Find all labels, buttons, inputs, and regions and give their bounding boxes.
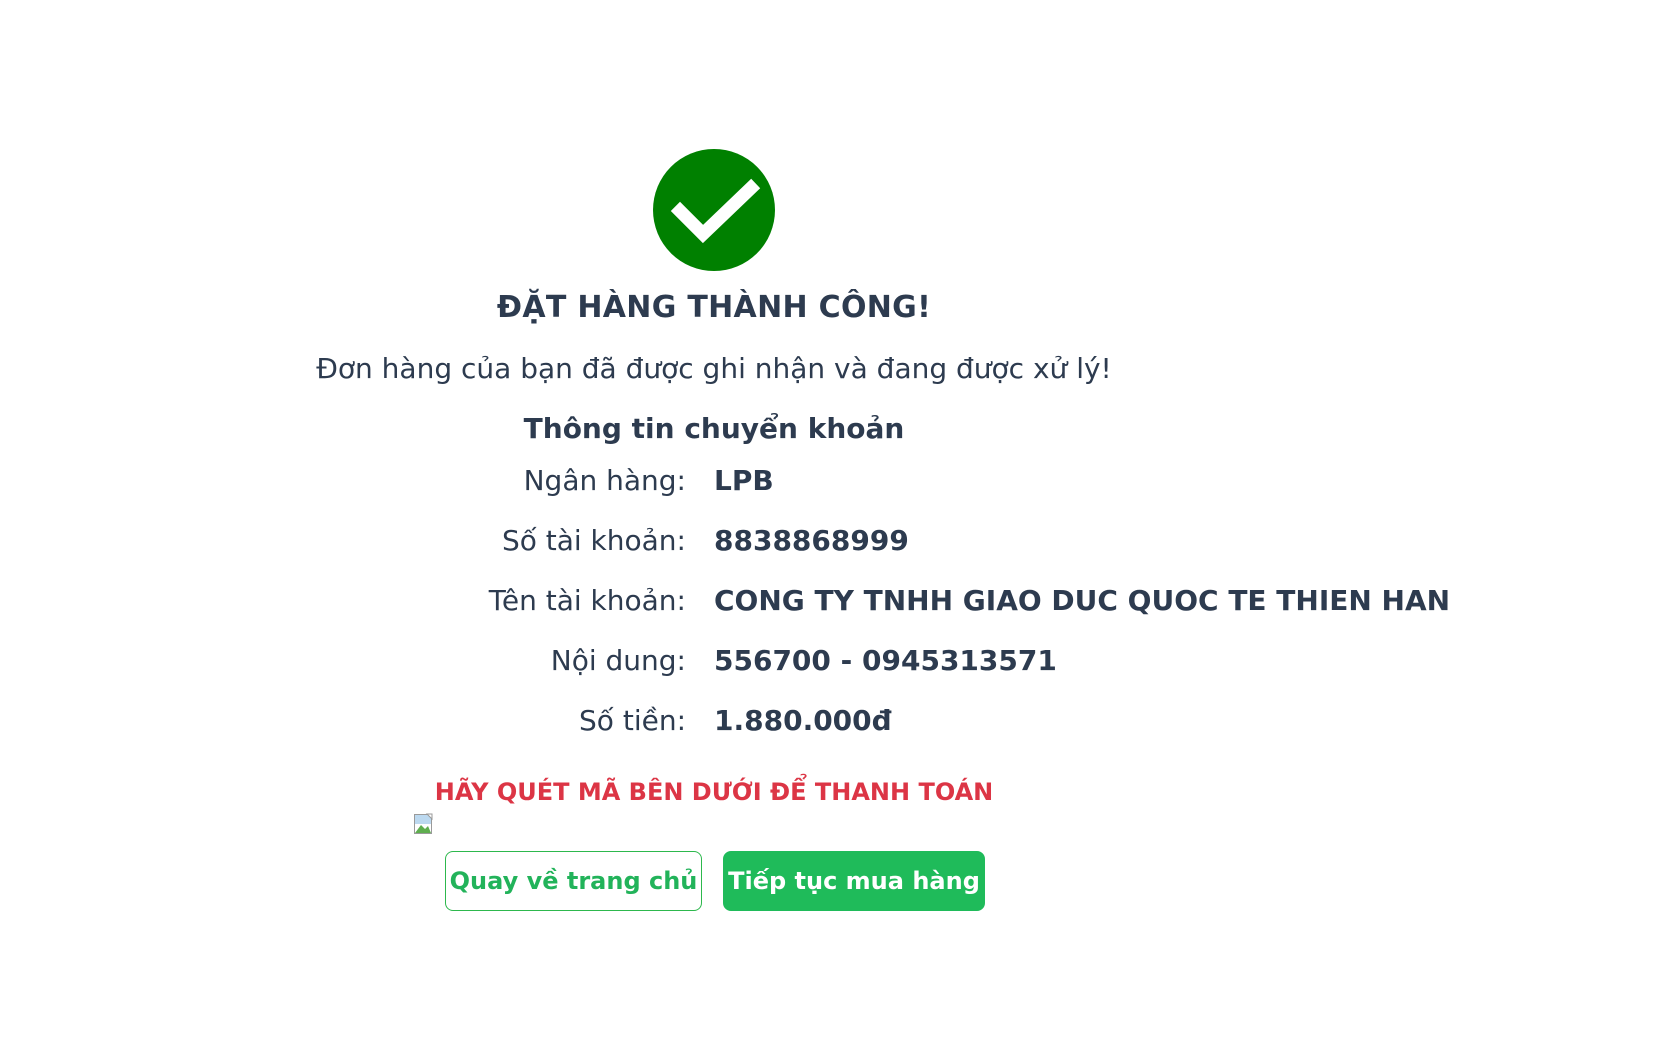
- broken-image-icon: [413, 813, 437, 837]
- bank-label: Ngân hàng:: [523, 464, 686, 497]
- account-number-label: Số tài khoản:: [501, 524, 686, 557]
- account-name-value: CONG TY TNHH GIAO DUC QUOC TE THIEN HAN: [714, 584, 1451, 617]
- amount-value: 1.880.000đ: [714, 704, 892, 737]
- account-number-value: 8838868999: [714, 524, 909, 557]
- transfer-row-account-number: Số tài khoản: 8838868999: [0, 524, 1661, 564]
- transfer-content-label: Nội dung:: [550, 644, 686, 677]
- back-to-home-button[interactable]: Quay về trang chủ: [445, 851, 702, 911]
- bank-value: LPB: [714, 464, 774, 497]
- continue-shopping-button[interactable]: Tiếp tục mua hàng: [723, 851, 985, 911]
- transfer-row-account-name: Tên tài khoản: CONG TY TNHH GIAO DUC QUO…: [0, 584, 1661, 624]
- transfer-row-bank: Ngân hàng: LPB: [0, 464, 1661, 504]
- success-check-icon: [653, 149, 775, 271]
- transfer-row-content: Nội dung: 556700 - 0945313571: [0, 644, 1661, 684]
- scan-qr-note: HÃY QUÉT MÃ BÊN DƯỚI ĐỂ THANH TOÁN: [434, 778, 994, 806]
- transfer-info-heading: Thông tin chuyển khoản: [523, 412, 905, 445]
- amount-label: Số tiền:: [579, 704, 686, 737]
- transfer-content-value: 556700 - 0945313571: [714, 644, 1057, 677]
- account-name-label: Tên tài khoản:: [488, 584, 686, 617]
- transfer-row-amount: Số tiền: 1.880.000đ: [0, 704, 1661, 744]
- order-success-message: Đơn hàng của bạn đã được ghi nhận và đan…: [316, 352, 1112, 385]
- order-success-title: ĐẶT HÀNG THÀNH CÔNG!: [496, 290, 932, 325]
